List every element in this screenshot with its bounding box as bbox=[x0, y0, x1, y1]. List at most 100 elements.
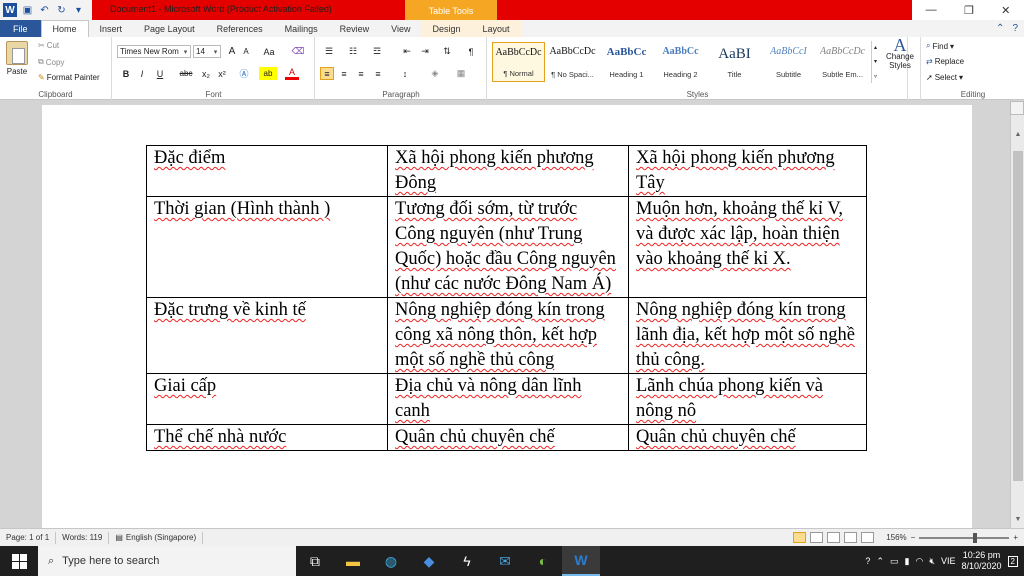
input-language[interactable]: VIE bbox=[941, 556, 956, 566]
comparison-table[interactable]: Đặc điểm Xã hội phong kiến phương Đông Xã … bbox=[146, 145, 867, 451]
redo-icon[interactable]: ↻ bbox=[55, 4, 68, 17]
style-heading-1[interactable]: AaBbCc Heading 1 bbox=[600, 42, 653, 82]
scroll-up-icon[interactable]: ▲ bbox=[1011, 131, 1024, 143]
zoom-in-button[interactable]: + bbox=[1013, 533, 1018, 542]
word-logo-icon[interactable]: W bbox=[3, 3, 17, 17]
font-color-button[interactable]: A bbox=[285, 67, 299, 80]
table-cell[interactable]: Quân chủ chuyên chế bbox=[628, 424, 867, 451]
table-cell[interactable]: Nông nghiệp đóng kín trong lãnh địa, kết… bbox=[628, 297, 867, 374]
tab-insert[interactable]: Insert bbox=[89, 20, 134, 37]
shrink-font-button[interactable]: A bbox=[239, 45, 253, 58]
bold-button[interactable]: B bbox=[119, 67, 133, 80]
cut-button[interactable]: ✂ Cut bbox=[38, 41, 59, 50]
bullets-icon[interactable]: ☰ bbox=[320, 45, 338, 58]
table-cell[interactable]: Đặc trưng về kinh tế bbox=[146, 297, 388, 374]
start-button[interactable] bbox=[0, 546, 38, 576]
italic-button[interactable]: I bbox=[135, 67, 149, 80]
text-effects-button[interactable]: Ⓐ bbox=[237, 67, 251, 80]
edge-browser-icon[interactable]: ◍ bbox=[372, 546, 410, 576]
greenshot-icon[interactable]: ◐ bbox=[524, 546, 562, 576]
justify-button[interactable]: ≡ bbox=[371, 67, 385, 80]
zoom-out-button[interactable]: − bbox=[911, 533, 916, 542]
draft-view-button[interactable] bbox=[861, 532, 875, 543]
network-icon[interactable]: ▭ bbox=[890, 556, 899, 567]
tab-layout[interactable]: Layout bbox=[471, 20, 521, 37]
shading-icon[interactable]: ◈ bbox=[426, 67, 444, 80]
strikethrough-button[interactable]: abc bbox=[177, 67, 195, 80]
change-case-button[interactable]: Aa bbox=[259, 45, 279, 58]
tab-design[interactable]: Design bbox=[421, 20, 472, 37]
align-right-button[interactable]: ≡ bbox=[354, 67, 368, 80]
notifications-icon[interactable]: 2 bbox=[1007, 555, 1018, 567]
page-count[interactable]: Page: 1 of 1 bbox=[0, 531, 57, 544]
table-cell[interactable]: Đặc điểm bbox=[146, 145, 388, 197]
zoom-slider[interactable] bbox=[919, 532, 1010, 543]
web-layout-view-button[interactable] bbox=[827, 532, 841, 543]
tab-file[interactable]: File bbox=[0, 20, 41, 37]
wifi-icon[interactable]: ◠ bbox=[915, 556, 923, 567]
change-styles-button[interactable]: A Change Styles bbox=[883, 36, 917, 70]
borders-icon[interactable]: ▦ bbox=[452, 67, 470, 80]
table-cell[interactable]: Địa chủ và nông dân lĩnh canh bbox=[387, 373, 629, 425]
style-heading-2[interactable]: AaBbCc Heading 2 bbox=[654, 42, 707, 82]
battery-icon[interactable]: ▮ bbox=[905, 556, 910, 567]
clear-formatting-icon[interactable]: ⌫ bbox=[291, 45, 305, 58]
show-formatting-icon[interactable]: ¶ bbox=[464, 45, 478, 58]
help-tray-icon[interactable]: ? bbox=[865, 556, 870, 566]
taskbar-search[interactable]: ⌕ Type here to search bbox=[38, 546, 296, 576]
sort-icon[interactable]: ⇅ bbox=[440, 45, 454, 58]
ruler-toggle-icon[interactable] bbox=[1010, 101, 1024, 115]
highlight-button[interactable]: ab bbox=[259, 67, 277, 80]
print-layout-view-button[interactable] bbox=[793, 532, 807, 543]
tab-home[interactable]: Home bbox=[40, 20, 89, 37]
style-subtle-emphasis[interactable]: AaBbCcDc Subtle Em... bbox=[816, 42, 869, 82]
table-cell[interactable]: Thể chế nhà nước bbox=[146, 424, 388, 451]
superscript-button[interactable]: x² bbox=[215, 67, 229, 80]
system-clock[interactable]: 10:26 pm 8/10/2020 bbox=[962, 550, 1002, 572]
style-normal[interactable]: AaBbCcDc ¶ Normal bbox=[492, 42, 545, 82]
align-left-button[interactable]: ≡ bbox=[320, 67, 334, 80]
close-button[interactable]: ✕ bbox=[1001, 4, 1010, 17]
bolt-app-icon[interactable]: ϟ bbox=[448, 546, 486, 576]
grow-font-button[interactable]: A bbox=[225, 45, 239, 58]
zoom-slider-thumb[interactable] bbox=[973, 532, 978, 543]
multilevel-list-icon[interactable]: ☲ bbox=[368, 45, 386, 58]
numbering-icon[interactable]: ☷ bbox=[344, 45, 362, 58]
full-screen-view-button[interactable] bbox=[810, 532, 824, 543]
minimize-ribbon-icon[interactable]: ⌃ bbox=[996, 23, 1004, 34]
save-icon[interactable]: ▣ bbox=[21, 4, 34, 17]
task-view-icon[interactable]: ⧉ bbox=[296, 546, 334, 576]
maximize-button[interactable]: ❐ bbox=[964, 4, 974, 17]
select-button[interactable]: ➚ Select ▾ bbox=[926, 73, 963, 82]
copy-button[interactable]: ⧉ Copy bbox=[38, 57, 64, 67]
minimize-button[interactable]: — bbox=[926, 4, 937, 16]
align-center-button[interactable]: ≡ bbox=[337, 67, 351, 80]
underline-button[interactable]: U bbox=[153, 67, 167, 80]
tab-page-layout[interactable]: Page Layout bbox=[133, 20, 206, 37]
dropbox-icon[interactable]: ◆ bbox=[410, 546, 448, 576]
subscript-button[interactable]: x₂ bbox=[199, 67, 213, 80]
table-cell[interactable]: Lãnh chúa phong kiến và nông nô bbox=[628, 373, 867, 425]
table-cell[interactable]: Muộn hơn, khoảng thế kỉ V, và được xác l… bbox=[628, 196, 867, 298]
table-cell[interactable]: Thời gian (Hình thành ) bbox=[146, 196, 388, 298]
replace-button[interactable]: ⇄ Replace bbox=[926, 57, 964, 66]
language-indicator[interactable]: ▤ English (Singapore) bbox=[109, 531, 204, 544]
table-cell[interactable]: Quân chủ chuyên chế bbox=[387, 424, 629, 451]
decrease-indent-icon[interactable]: ⇤ bbox=[400, 45, 414, 58]
styles-scroll[interactable]: ▴ ▾ ▿ bbox=[871, 41, 879, 83]
word-taskbar-icon[interactable]: W bbox=[562, 546, 600, 576]
find-button[interactable]: ⌕ Find ▾ bbox=[926, 41, 954, 51]
table-cell[interactable]: Xã hội phong kiến phương Đông bbox=[387, 145, 629, 197]
tab-references[interactable]: References bbox=[206, 20, 274, 37]
customize-toolbar-icon[interactable]: ▾ bbox=[72, 4, 85, 17]
outline-view-button[interactable] bbox=[844, 532, 858, 543]
increase-indent-icon[interactable]: ⇥ bbox=[418, 45, 432, 58]
tab-mailings[interactable]: Mailings bbox=[274, 20, 329, 37]
help-icon[interactable]: ? bbox=[1012, 23, 1018, 34]
mail-icon[interactable]: ✉ bbox=[486, 546, 524, 576]
volume-muted-icon[interactable]: 🔇︎ bbox=[929, 556, 935, 567]
scroll-down-icon[interactable]: ▼ bbox=[1011, 516, 1024, 528]
table-cell[interactable]: Tương đối sớm, từ trước Công nguyên (như… bbox=[387, 196, 629, 298]
font-name-combo[interactable]: Times New Rom ▾ bbox=[117, 45, 191, 58]
undo-icon[interactable]: ↶ bbox=[38, 4, 51, 17]
